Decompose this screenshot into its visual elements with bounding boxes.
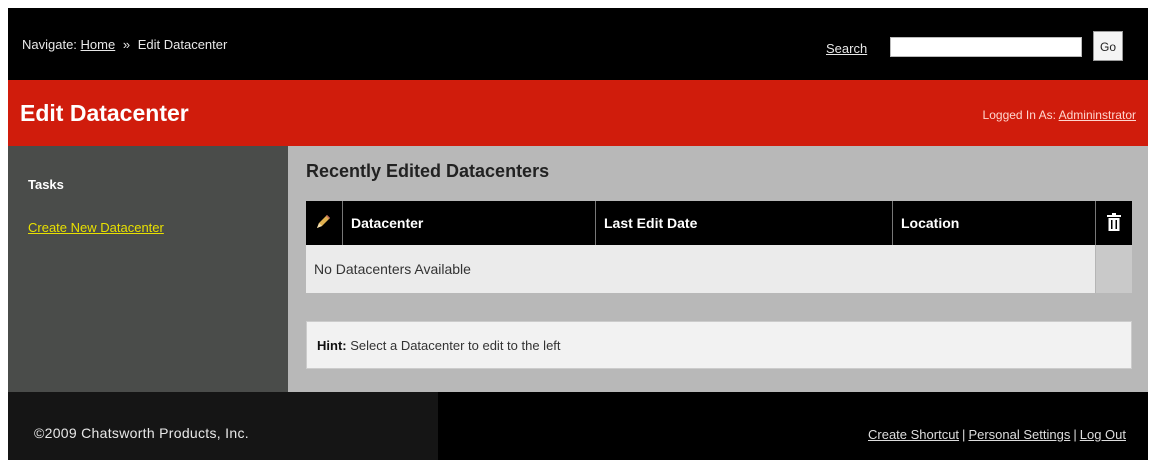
pencil-icon [314,213,332,234]
search-input[interactable] [890,37,1082,57]
table-row: No Datacenters Available [306,245,1132,293]
column-header-last-edit-date[interactable]: Last Edit Date [595,201,893,245]
breadcrumb-separator: » [122,37,131,52]
copyright-text: ©2009 Chatsworth Products, Inc. [34,425,249,441]
main-content: Recently Edited Datacenters Datacenter L… [288,146,1148,392]
row-action-cell [1095,245,1132,293]
app-frame: Navigate: Home » Edit Datacenter Search … [8,8,1148,460]
hint-text: Select a Datacenter to edit to the left [350,338,561,353]
copyright-box: ©2009 Chatsworth Products, Inc. [8,392,438,460]
hint-label: Hint: [317,338,347,353]
column-header-location[interactable]: Location [892,201,1096,245]
footer-separator: | [1073,427,1077,442]
trash-icon [1107,212,1121,234]
empty-message: No Datacenters Available [306,245,1096,293]
logged-in-label: Logged In As: [982,108,1056,122]
user-link[interactable]: Admininstrator [1059,108,1136,122]
log-out-link[interactable]: Log Out [1080,427,1126,442]
hint-box: Hint: Select a Datacenter to edit to the… [306,321,1132,369]
tasks-sidebar: Tasks Create New Datacenter [8,146,288,392]
footer-links: Create Shortcut | Personal Settings | Log Ou… [868,427,1126,442]
search-link[interactable]: Search [826,41,867,56]
breadcrumb: Navigate: Home » Edit Datacenter [22,37,227,52]
footer-separator: | [962,427,966,442]
create-shortcut-link[interactable]: Create Shortcut [868,427,959,442]
page-title: Edit Datacenter [20,100,189,126]
top-navigation-bar: Navigate: Home » Edit Datacenter Search … [8,8,1148,80]
create-new-datacenter-link[interactable]: Create New Datacenter [28,220,164,235]
edit-column-header [306,201,343,245]
table-header-row: Datacenter Last Edit Date Location [306,201,1132,245]
title-bar: Edit Datacenter Logged In As: Admininstr… [8,80,1148,146]
navigate-label: Navigate: [22,37,77,52]
column-header-datacenter[interactable]: Datacenter [342,201,596,245]
personal-settings-link[interactable]: Personal Settings [968,427,1070,442]
tasks-heading: Tasks [28,177,64,192]
breadcrumb-current: Edit Datacenter [137,37,228,52]
go-button[interactable]: Go [1093,31,1123,61]
breadcrumb-home-link[interactable]: Home [81,37,116,52]
datacenters-table: Datacenter Last Edit Date Location No Da… [306,201,1132,293]
delete-column-header [1095,201,1132,245]
footer: ©2009 Chatsworth Products, Inc. Create S… [8,392,1148,460]
section-title: Recently Edited Datacenters [306,161,550,181]
logged-in-status: Logged In As: Admininstrator [983,108,1136,122]
